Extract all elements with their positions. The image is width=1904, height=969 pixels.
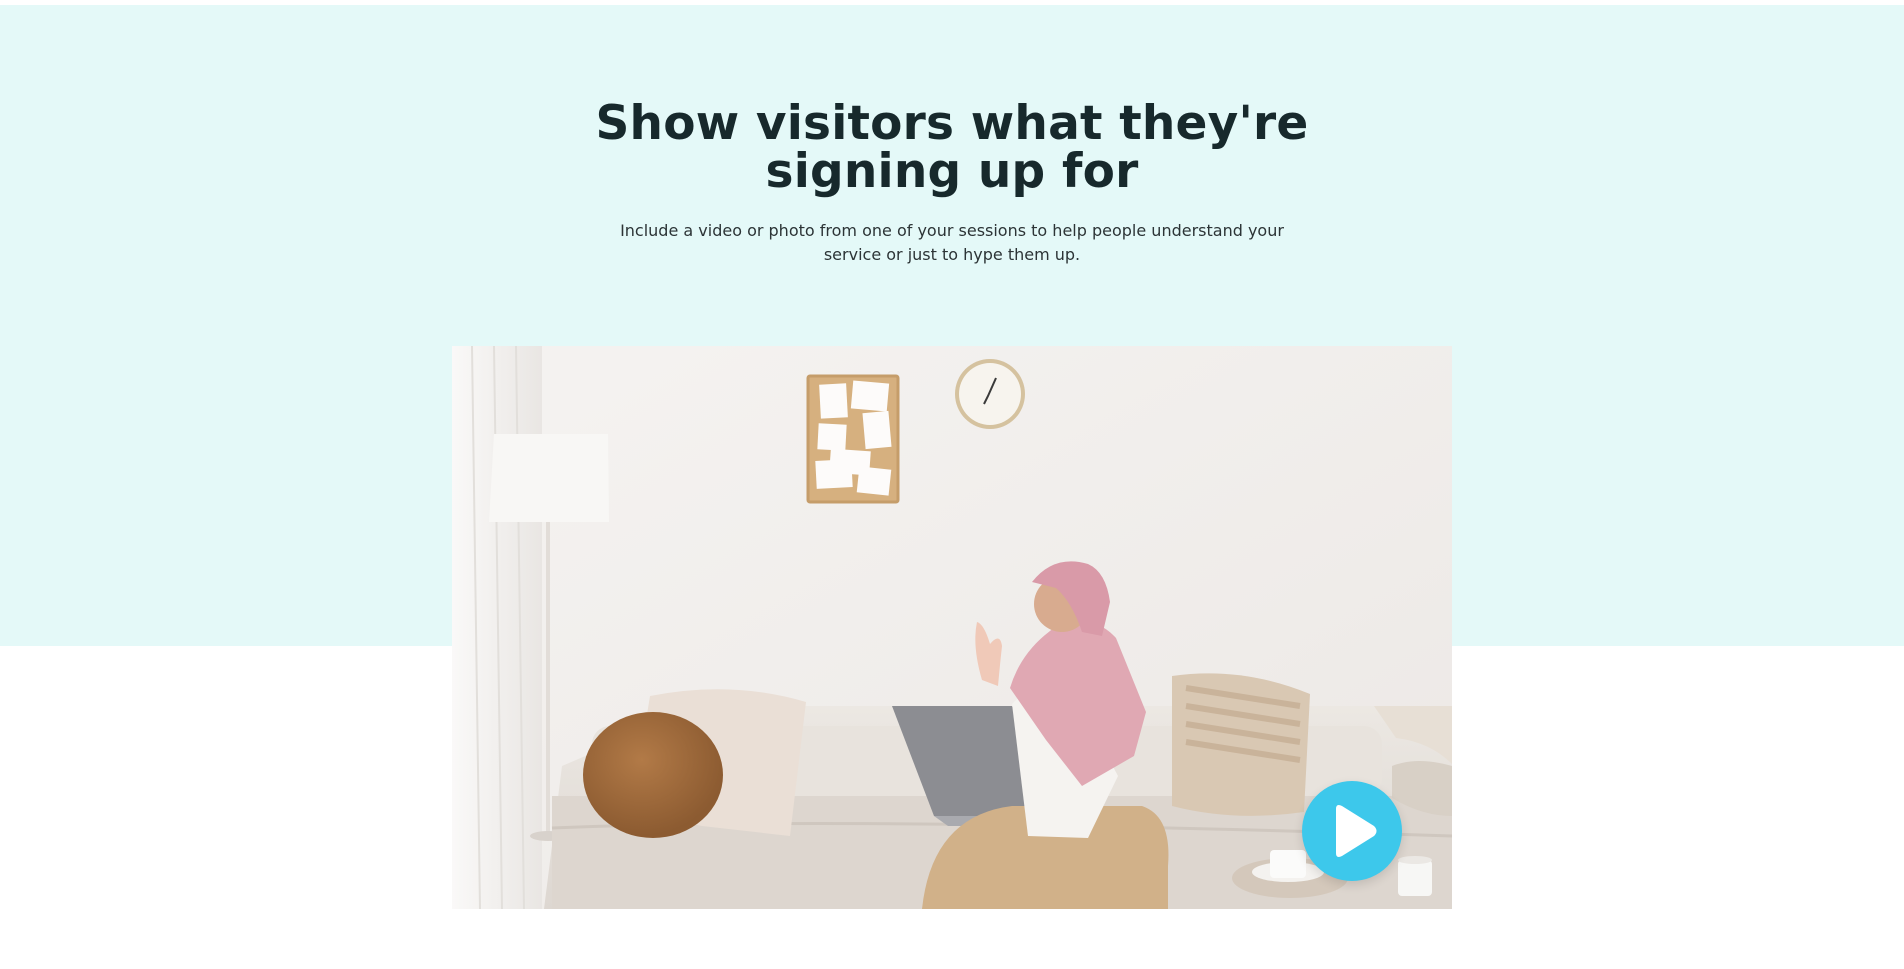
hero-title: Show visitors what they're signing up fo… (595, 96, 1309, 199)
play-icon (1336, 805, 1377, 857)
page: Show visitors what they're signing up fo… (0, 0, 1904, 969)
hero-subtitle: Include a video or photo from one of you… (620, 221, 1284, 264)
play-button[interactable] (1302, 781, 1402, 881)
